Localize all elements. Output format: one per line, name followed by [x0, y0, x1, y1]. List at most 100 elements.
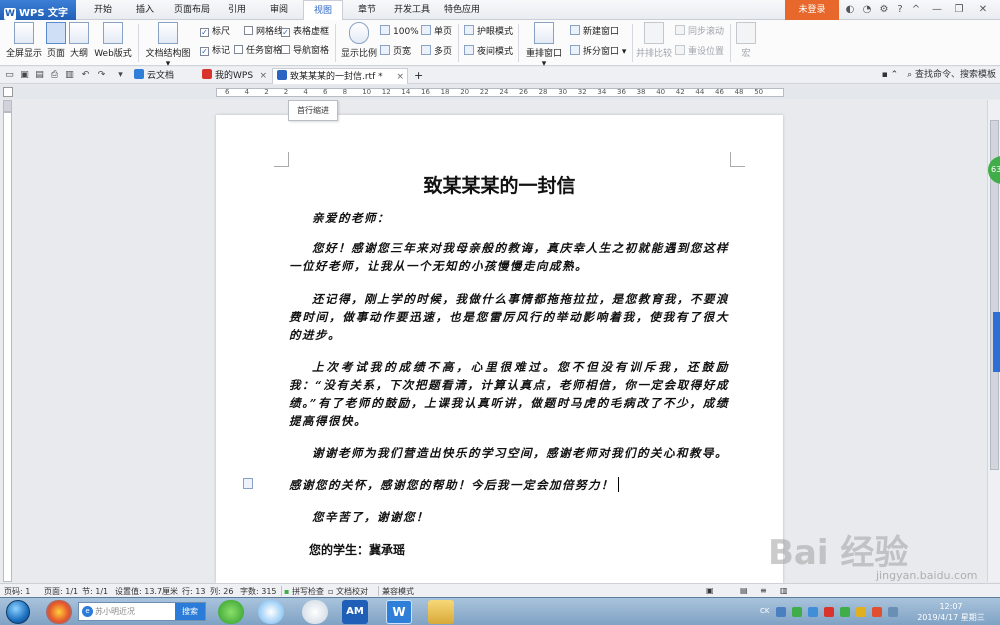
qq-browser-icon[interactable] [46, 600, 72, 624]
close-icon[interactable]: × [259, 68, 267, 84]
start-button-icon[interactable] [6, 600, 30, 624]
tray-app-icon[interactable] [872, 607, 882, 617]
tab-special-apps[interactable]: 特色应用 [440, 0, 484, 20]
tab-insert[interactable]: 插入 [128, 0, 162, 20]
nav-pane-checkbox[interactable]: 导航窗格 [281, 45, 329, 57]
night-mode-button[interactable]: 夜间模式 [464, 45, 513, 58]
horizontal-ruler[interactable]: 6 4 2 2 4 6 8 10 12 14 16 18 20 22 24 26 28 30 32 34 36 38 40 4… [216, 88, 784, 97]
spellcheck-toggle[interactable]: ▪ 拼写检查 [284, 586, 324, 597]
zoom-button[interactable]: 显示比例 [340, 22, 378, 59]
proofread-toggle[interactable]: ▫ 文档校对 [328, 586, 368, 597]
tray-icon[interactable] [776, 607, 786, 617]
new-window-button[interactable]: 新建窗口 [570, 25, 619, 38]
find-command-field[interactable]: 查找命令、搜索模板 [915, 70, 996, 80]
page-width-button[interactable]: 页宽 [380, 45, 411, 58]
fit-page-icon[interactable]: ▣ [706, 586, 714, 595]
minimize-icon[interactable]: — [930, 3, 944, 17]
tray-alert-icon[interactable] [824, 607, 834, 617]
outline-status-icon[interactable]: ≡ [760, 586, 767, 595]
tab-my-wps[interactable]: 我的WPS × [198, 68, 270, 84]
tab-current-document[interactable]: 致某某某的一封信.rtf * × [272, 68, 408, 84]
ruler-checkbox[interactable]: ✓ 标尺 [200, 26, 230, 38]
status-setting[interactable]: 设置值: 13.7厘米 [115, 586, 178, 597]
tray-folder-icon[interactable] [856, 607, 866, 617]
feedback-icon[interactable]: ◔ [860, 3, 874, 17]
status-pages[interactable]: 页面: 1/1 [44, 586, 78, 597]
baidu-netdisk-icon[interactable] [258, 600, 284, 624]
task-pane-checkbox[interactable]: 任务窗格 [234, 45, 282, 57]
help-icon[interactable]: ? [893, 3, 907, 17]
web-view-status-icon[interactable]: ▥ [780, 586, 788, 595]
multi-page-button[interactable]: 多页 [421, 45, 452, 58]
taskbar-search-input[interactable]: e 苏小明近况 搜索 [78, 602, 206, 621]
eye-mode-button[interactable]: 护眼模式 [464, 25, 513, 38]
vertical-ruler[interactable] [3, 112, 12, 582]
status-row[interactable]: 行: 13 [182, 586, 205, 597]
green-app-icon[interactable] [218, 600, 244, 624]
status-col[interactable]: 列: 26 [210, 586, 233, 597]
single-page-button[interactable]: 单页 [421, 25, 452, 38]
reset-position-button[interactable]: 重设位置 [675, 45, 724, 58]
status-page[interactable]: 页码: 1 [4, 586, 30, 597]
app-menu-button[interactable]: WWPS 文字 ▾ [0, 0, 76, 31]
open-folder-icon[interactable]: ▭ [4, 70, 15, 81]
page-view-status-icon[interactable]: ▤ [740, 586, 748, 595]
table-gridlines-checkbox[interactable]: ✓ 表格虚框 [281, 26, 329, 38]
minimize-ribbon-icon[interactable]: ⌃ [891, 70, 899, 80]
login-button[interactable]: 未登录 [785, 0, 839, 20]
fullscreen-button[interactable]: 全屏显示 [6, 22, 42, 59]
restore-icon[interactable]: ❐ [952, 3, 966, 17]
settings-icon[interactable]: ⚙ [877, 3, 891, 17]
page-view-button[interactable]: 页面 [45, 22, 67, 59]
tab-references[interactable]: 引用 [222, 0, 252, 20]
ribbon-collapse-icon[interactable]: ^ [909, 3, 923, 17]
comment-icon[interactable]: ▪ [882, 70, 888, 80]
web-layout-button[interactable]: Web版式 [93, 22, 133, 59]
redo-icon[interactable]: ↷ [96, 70, 107, 81]
tab-cloud-docs[interactable]: 云文档 [130, 68, 196, 84]
qq-icon[interactable] [302, 600, 328, 624]
tab-home[interactable]: 开始 [86, 0, 120, 20]
close-icon[interactable]: × [396, 69, 404, 85]
gridlines-checkbox[interactable]: 网格线 [244, 26, 283, 38]
am-app-icon[interactable]: AM [342, 600, 368, 624]
taskbar-search-button[interactable]: 搜索 [175, 603, 205, 620]
tray-lang[interactable]: CK [760, 607, 770, 617]
zoom-100-button[interactable]: 100% [380, 25, 419, 38]
undo-icon[interactable]: ↶ [80, 70, 91, 81]
save-icon[interactable]: ▣ [19, 70, 30, 81]
macro-button[interactable]: 宏 [736, 22, 756, 59]
tray-qq-icon[interactable] [808, 607, 818, 617]
new-tab-button[interactable]: + [410, 68, 424, 84]
customize-dropdown-icon[interactable]: ▾ [115, 70, 126, 81]
status-wordcount[interactable]: 字数: 315 [240, 586, 277, 597]
document-page[interactable]: 致某某某的一封信 亲爱的老师： 您好！感谢您三年来对我母亲般的教诲，真庆幸人生之… [216, 115, 783, 583]
paragraph-layout-icon[interactable] [243, 478, 253, 489]
close-icon[interactable]: ✕ [976, 3, 990, 17]
file-explorer-icon[interactable] [428, 600, 454, 624]
status-section[interactable]: 节: 1/1 [82, 586, 108, 597]
split-window-button[interactable]: 拆分窗口 ▾ [570, 45, 626, 58]
outline-button[interactable]: 大纲 [68, 22, 90, 59]
sync-scroll-button[interactable]: 同步滚动 [675, 25, 724, 38]
taskbar-clock[interactable]: 12:07 2019/4/17 星期三 [912, 601, 990, 623]
tray-security-icon[interactable] [792, 607, 802, 617]
print-preview-icon[interactable]: ▥ [64, 70, 75, 81]
tab-page-layout[interactable]: 页面布局 [170, 0, 214, 20]
side-by-side-button[interactable]: 并排比较 [636, 22, 672, 59]
wps-taskbar-icon[interactable]: W [386, 600, 412, 624]
print-icon[interactable]: ⎙ [49, 70, 60, 81]
tray-update-icon[interactable] [840, 607, 850, 617]
marks-checkbox[interactable]: ✓ 标记 [200, 45, 230, 57]
search-icon[interactable]: ⌕ [907, 70, 912, 80]
tab-chapter[interactable]: 章节 [350, 0, 384, 20]
side-panel-toggle[interactable] [993, 312, 1000, 372]
volume-icon[interactable] [888, 607, 898, 617]
arrange-windows-button[interactable]: 重排窗口 ▾ [523, 22, 565, 69]
skin-icon[interactable]: ◐ [843, 3, 857, 17]
export-pdf-icon[interactable]: ▤ [34, 70, 45, 81]
tab-review[interactable]: 审阅 [262, 0, 296, 20]
doc-map-button[interactable]: 文档结构图 ▾ [143, 22, 193, 69]
tab-view[interactable]: 视图 [303, 0, 343, 21]
tab-developer[interactable]: 开发工具 [390, 0, 434, 20]
